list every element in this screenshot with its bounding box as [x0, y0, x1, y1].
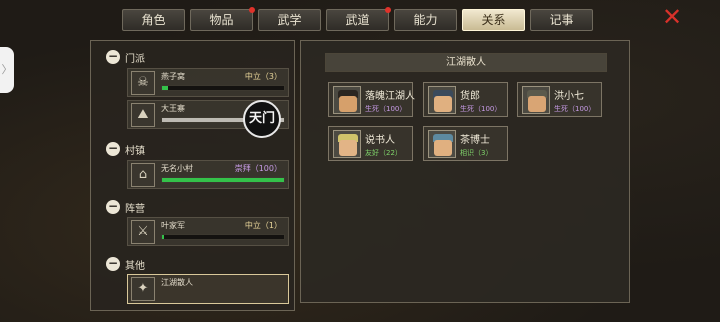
portrait-face [434, 140, 452, 156]
faction-row-selected[interactable]: ✦ 江湖散人 [127, 274, 289, 304]
mountain-fort-icon: ⛰ [131, 103, 155, 127]
character-name: 货郎 [460, 91, 480, 102]
faction-name: 无名小村 [161, 164, 193, 173]
tianmen-seal-icon[interactable]: 天门 [243, 100, 281, 138]
collapse-icon[interactable]: − [106, 50, 120, 64]
faction-row[interactable]: ☠ 燕子窝 中立（3） [127, 68, 289, 97]
tab-items[interactable]: 物品 [190, 7, 255, 31]
notification-dot-icon [249, 7, 255, 13]
character-name: 茶博士 [460, 135, 490, 146]
faction-name: 叶家军 [161, 221, 185, 230]
character-name: 落魄江湖人 [365, 91, 415, 102]
character-relation: 生死（100） [460, 105, 502, 113]
character-relation: 友好（22） [365, 149, 402, 157]
character-portrait [333, 86, 361, 114]
portrait-face [528, 96, 546, 112]
character-portrait [333, 130, 361, 158]
reputation-bar [161, 234, 285, 240]
group-header-camps[interactable]: − 阵营 [106, 199, 145, 215]
character-relation: 生死（100） [554, 105, 596, 113]
notification-dot-icon [385, 7, 391, 13]
character-card[interactable]: 说书人 友好（22） [328, 126, 413, 161]
reputation-bar [161, 85, 285, 91]
group-header-others[interactable]: − 其他 [106, 256, 145, 272]
panel-title: 江湖散人 [325, 53, 607, 72]
tab-label: 物品 [209, 13, 234, 27]
collapse-icon[interactable]: − [106, 200, 120, 214]
character-card[interactable]: 货郎 生死（100） [423, 82, 508, 117]
skull-emblem-icon: ☠ [131, 71, 155, 95]
portrait-face [339, 140, 357, 156]
faction-status: 中立（1） [244, 221, 282, 230]
portrait-face [339, 96, 357, 112]
tab-martial-way[interactable]: 武道 [326, 7, 391, 31]
character-relation: 生死（100） [365, 105, 407, 113]
close-icon[interactable]: ✕ [660, 5, 684, 29]
faction-name: 江湖散人 [161, 278, 193, 287]
character-card[interactable]: 茶博士 相识（3） [423, 126, 508, 161]
tab-relations[interactable]: 关系 [462, 9, 525, 31]
group-header-sects[interactable]: − 门派 [106, 49, 145, 65]
character-portrait [428, 86, 456, 114]
faction-members-panel: 江湖散人 [300, 40, 630, 303]
tab-abilities[interactable]: 能力 [394, 9, 457, 31]
tab-label: 能力 [413, 13, 438, 27]
reputation-fill [162, 235, 165, 239]
tab-martial-arts[interactable]: 武学 [258, 9, 321, 31]
group-title: 门派 [125, 53, 145, 65]
side-drawer-handle[interactable]: 〉 [0, 47, 14, 93]
reputation-fill [162, 86, 169, 90]
reputation-fill [162, 178, 284, 182]
character-name: 说书人 [365, 135, 395, 146]
character-portrait [428, 130, 456, 158]
character-relation: 相识（3） [460, 149, 493, 157]
character-name: 洪小七 [554, 91, 584, 102]
group-title: 阵营 [125, 203, 145, 215]
tab-bar: 角色 物品 武学 武道 能力 关系 记事 [122, 7, 593, 31]
faction-name: 大王寨 [161, 104, 185, 113]
village-house-icon: ⌂ [131, 163, 155, 187]
group-header-villages[interactable]: − 村镇 [106, 141, 145, 157]
faction-row[interactable]: ⚔ 叶家军 中立（1） [127, 217, 289, 246]
group-title: 村镇 [125, 145, 145, 157]
tab-character[interactable]: 角色 [122, 9, 185, 31]
collapse-icon[interactable]: − [106, 142, 120, 156]
tab-journal[interactable]: 记事 [530, 9, 593, 31]
wanderer-icon: ✦ [131, 277, 155, 301]
tab-label: 武学 [277, 13, 302, 27]
faction-status: 崇拜（100） [234, 164, 282, 173]
tab-label: 记事 [549, 13, 574, 27]
character-card[interactable]: 洪小七 生死（100） [517, 82, 602, 117]
group-title: 其他 [125, 260, 145, 272]
faction-name: 燕子窝 [161, 72, 185, 81]
collapse-icon[interactable]: − [106, 257, 120, 271]
reputation-bar [161, 177, 285, 183]
portrait-face [434, 96, 452, 112]
tab-label: 武道 [345, 13, 370, 27]
tab-label: 角色 [141, 13, 166, 27]
tab-label: 关系 [481, 13, 506, 27]
faction-row[interactable]: ⌂ 无名小村 崇拜（100） [127, 160, 289, 189]
faction-status: 中立（3） [244, 72, 282, 81]
character-portrait [522, 86, 550, 114]
crossed-weapons-icon: ⚔ [131, 220, 155, 244]
character-card[interactable]: 落魄江湖人 生死（100） [328, 82, 415, 117]
